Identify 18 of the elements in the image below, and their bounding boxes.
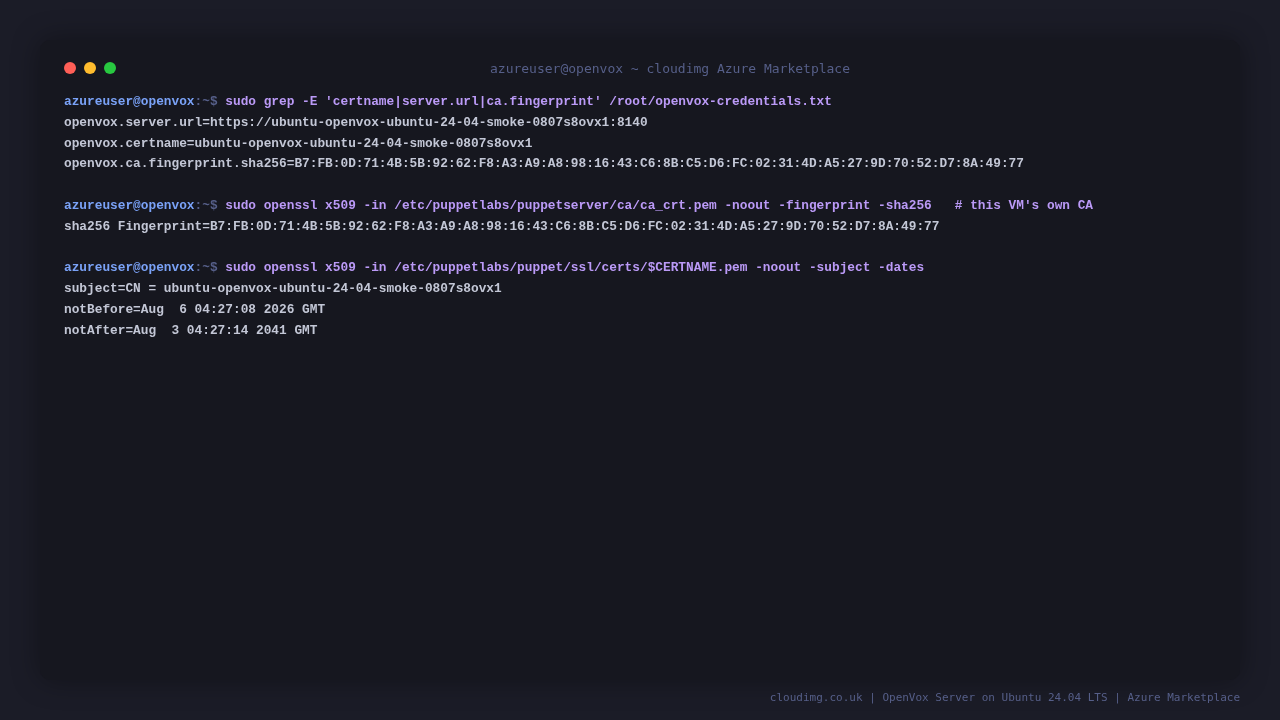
command-text: sudo grep -E 'certname|server.url|ca.fingerprint' /root/openvox-credentials.txt [225,93,832,111]
output-line: sha256 Fingerprint=B7:FB:0D:71:4B:5B:92:62:F8:A3:A9:A8:98:16:43:C6:8B:C5:D6:FC:02:31:4D:A5:27:9D:70:52:D7:8A:49:77 [64,217,940,236]
output-line: openvox.server.url=https://ubuntu-openvox-ubuntu-24-04-smoke-0807s8ovx1:8140 [64,113,648,132]
minimize-button[interactable] [84,62,96,74]
command-text: sudo openssl x509 -in /etc/puppetlabs/puppetserver/ca/ca_crt.pem -noout -fingerprint -sha256 # this VM's own CA [225,197,1094,215]
close-button[interactable] [64,62,76,74]
shell-prompt: azureuser@openvox:~$ [64,93,218,111]
window-title: azureuser@openvox ~ cloudimg Azure Marketplace [489,60,851,76]
output-line: notBefore=Aug 6 04:27:08 2026 GMT [64,300,326,319]
output-line: openvox.ca.fingerprint.sha256=B7:FB:0D:71:4B:5B:92:62:F8:A3:A9:A8:98:16:43:C6:8B:C5:D6:FC:02:31:4D:A5:27:9D:70:52:D7:8A:49:77 [64,155,1024,174]
footer-text: cloudimg.co.uk | OpenVox Server on Ubuntu 24.04 LTS | Azure Marketplace [769,691,1240,705]
output-line: openvox.certname=ubuntu-openvox-ubuntu-24-04-smoke-0807s8ovx1 [64,134,533,153]
output-line: subject=CN = ubuntu-openvox-ubuntu-24-04-smoke-0807s8ovx1 [64,280,502,299]
output-line: notAfter=Aug 3 04:27:14 2041 GMT [64,321,318,340]
command-text: sudo openssl x509 -in /etc/puppetlabs/puppet/ssl/certs/$CERTNAME.pem -noout -subject -dates [225,259,925,278]
zoom-button[interactable] [104,62,116,74]
shell-prompt: azureuser@openvox:~$ [64,259,218,278]
shell-prompt: azureuser@openvox:~$ [64,197,218,215]
